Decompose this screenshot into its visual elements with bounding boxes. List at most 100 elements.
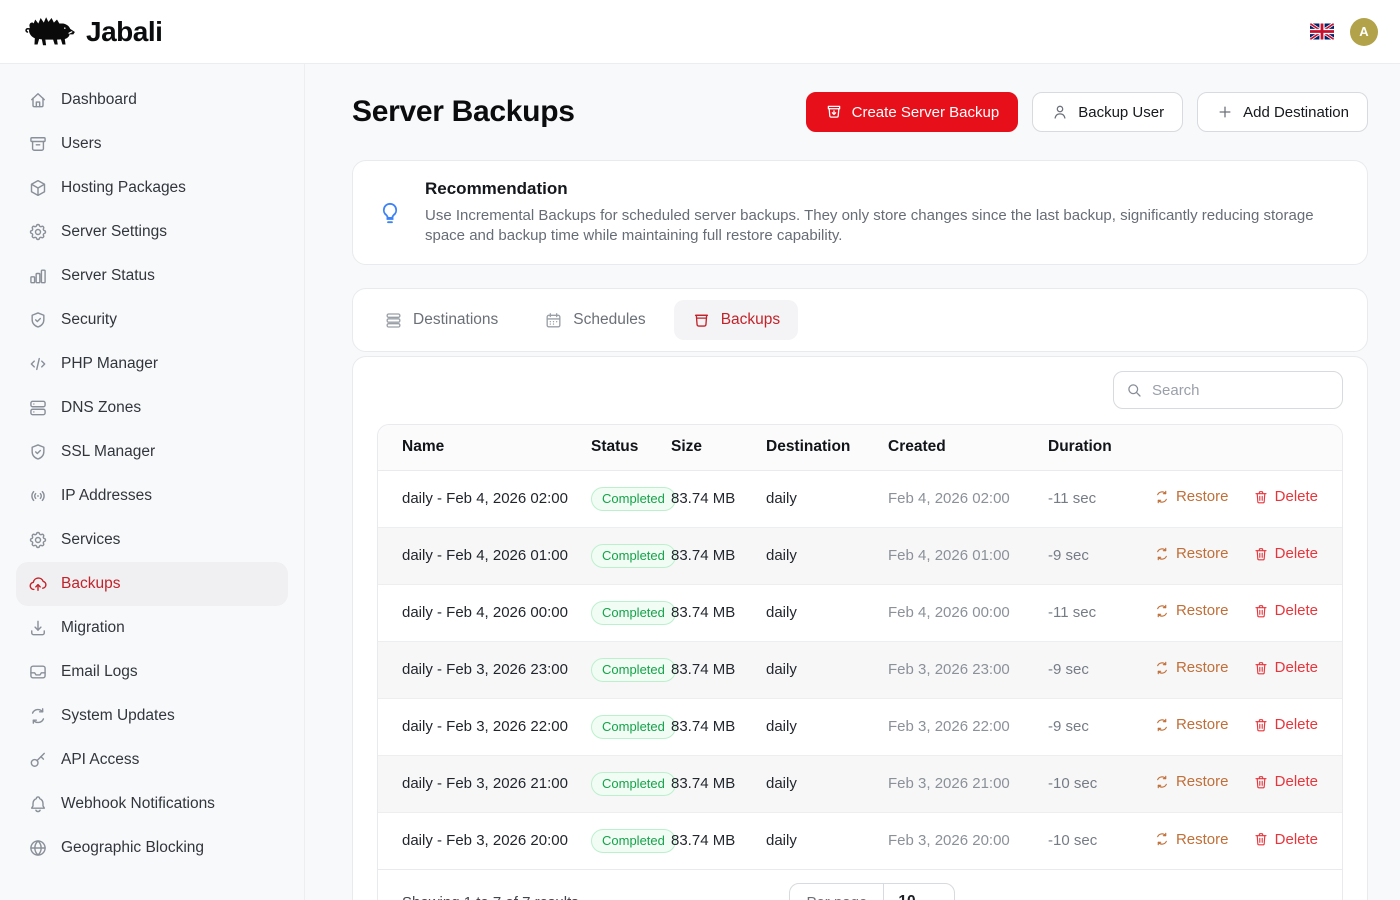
status-badge: Completed — [591, 772, 676, 796]
refresh-icon — [28, 706, 48, 726]
column-header-duration: Duration — [1048, 425, 1146, 470]
settings-icon — [28, 222, 48, 242]
plus-icon — [1216, 103, 1234, 121]
sidebar-item-migration[interactable]: Migration — [16, 606, 288, 650]
results-summary: Showing 1 to 7 of 7 results — [378, 894, 789, 900]
sidebar-item-hosting-packages[interactable]: Hosting Packages — [16, 166, 288, 210]
backups-panel: Name Status Size Destination Created Dur… — [352, 356, 1368, 900]
sidebar-item-users[interactable]: Users — [16, 122, 288, 166]
per-page-label: Per page — [790, 884, 884, 900]
sidebar-item-security[interactable]: Security — [16, 298, 288, 342]
status-badge: Completed — [591, 544, 676, 568]
recommendation-body: Use Incremental Backups for scheduled se… — [425, 206, 1343, 246]
trash-icon — [1253, 831, 1269, 847]
restore-button[interactable]: Restore — [1154, 545, 1229, 562]
backup-created: Feb 4, 2026 01:00 — [888, 527, 1048, 584]
add-destination-button[interactable]: Add Destination — [1197, 92, 1368, 132]
sidebar-item-email-logs[interactable]: Email Logs — [16, 650, 288, 694]
restore-icon — [1154, 489, 1170, 505]
delete-button[interactable]: Delete — [1253, 602, 1318, 619]
restore-button[interactable]: Restore — [1154, 659, 1229, 676]
delete-button[interactable]: Delete — [1253, 545, 1318, 562]
create-server-backup-button[interactable]: Create Server Backup — [806, 92, 1019, 132]
backup-created: Feb 3, 2026 20:00 — [888, 812, 1048, 869]
backup-created: Feb 3, 2026 22:00 — [888, 698, 1048, 755]
inbox-icon — [28, 662, 48, 682]
sidebar-item-dns-zones[interactable]: DNS Zones — [16, 386, 288, 430]
backup-duration: -11 sec — [1048, 584, 1146, 641]
globe-icon — [28, 838, 48, 858]
lightbulb-icon — [377, 200, 403, 226]
backup-destination: daily — [766, 584, 888, 641]
backup-size: 83.74 MB — [671, 812, 766, 869]
backup-size: 83.74 MB — [671, 527, 766, 584]
cloud-upload-icon — [28, 574, 48, 594]
server-icon — [28, 398, 48, 418]
delete-button[interactable]: Delete — [1253, 773, 1318, 790]
database-icon — [384, 311, 403, 330]
language-switcher[interactable] — [1310, 23, 1334, 40]
sidebar-item-geographic-blocking[interactable]: Geographic Blocking — [16, 826, 288, 870]
restore-button[interactable]: Restore — [1154, 716, 1229, 733]
restore-button[interactable]: Restore — [1154, 773, 1229, 790]
backup-size: 83.74 MB — [671, 755, 766, 812]
user-icon — [1051, 103, 1069, 121]
backups-table: Name Status Size Destination Created Dur… — [377, 424, 1343, 900]
trash-icon — [1253, 774, 1269, 790]
tabs-bar: Destinations Schedules Backups — [352, 288, 1368, 352]
sidebar-item-backups[interactable]: Backups — [16, 562, 288, 606]
bell-icon — [28, 794, 48, 814]
sidebar-item-webhook-notifications[interactable]: Webhook Notifications — [16, 782, 288, 826]
chevron-down-icon — [924, 894, 940, 900]
delete-button[interactable]: Delete — [1253, 716, 1318, 733]
backup-destination: daily — [766, 641, 888, 698]
delete-button[interactable]: Delete — [1253, 831, 1318, 848]
backup-destination: daily — [766, 812, 888, 869]
sidebar-item-ip-addresses[interactable]: IP Addresses — [16, 474, 288, 518]
backup-destination: daily — [766, 470, 888, 527]
tab-destinations[interactable]: Destinations — [366, 300, 516, 340]
per-page-value: 10 — [884, 884, 953, 900]
table-row: daily - Feb 3, 2026 20:00 Completed 83.7… — [378, 812, 1342, 869]
brand-logo[interactable]: Jabali — [22, 12, 162, 52]
backup-created: Feb 3, 2026 23:00 — [888, 641, 1048, 698]
sidebar-item-php-manager[interactable]: PHP Manager — [16, 342, 288, 386]
status-badge: Completed — [591, 487, 676, 511]
uk-flag-icon — [1310, 23, 1334, 40]
backup-created: Feb 4, 2026 00:00 — [888, 584, 1048, 641]
status-badge: Completed — [591, 829, 676, 853]
restore-button[interactable]: Restore — [1154, 602, 1229, 619]
app-header: Jabali A — [0, 0, 1400, 64]
recommendation-title: Recommendation — [425, 179, 1343, 199]
sidebar-item-api-access[interactable]: API Access — [16, 738, 288, 782]
backup-name: daily - Feb 3, 2026 22:00 — [378, 698, 591, 755]
sidebar-item-system-updates[interactable]: System Updates — [16, 694, 288, 738]
backup-duration: -9 sec — [1048, 698, 1146, 755]
backup-user-button[interactable]: Backup User — [1032, 92, 1183, 132]
table-row: daily - Feb 4, 2026 02:00 Completed 83.7… — [378, 470, 1342, 527]
restore-button[interactable]: Restore — [1154, 831, 1229, 848]
user-avatar[interactable]: A — [1350, 18, 1378, 46]
column-header-created: Created — [888, 425, 1048, 470]
backup-size: 83.74 MB — [671, 698, 766, 755]
sidebar-item-server-status[interactable]: Server Status — [16, 254, 288, 298]
tab-schedules[interactable]: Schedules — [526, 300, 663, 340]
delete-button[interactable]: Delete — [1253, 488, 1318, 505]
table-row: daily - Feb 3, 2026 22:00 Completed 83.7… — [378, 698, 1342, 755]
sidebar-item-dashboard[interactable]: Dashboard — [16, 78, 288, 122]
trash-icon — [1253, 489, 1269, 505]
backup-destination: daily — [766, 698, 888, 755]
search-input[interactable] — [1113, 371, 1343, 409]
sidebar: Dashboard Users Hosting Packages Server … — [0, 64, 305, 900]
delete-button[interactable]: Delete — [1253, 659, 1318, 676]
backup-size: 83.74 MB — [671, 641, 766, 698]
restore-icon — [1154, 660, 1170, 676]
sidebar-item-services[interactable]: Services — [16, 518, 288, 562]
sidebar-item-server-settings[interactable]: Server Settings — [16, 210, 288, 254]
restore-button[interactable]: Restore — [1154, 488, 1229, 505]
sidebar-item-ssl-manager[interactable]: SSL Manager — [16, 430, 288, 474]
per-page-control[interactable]: Per page 10 — [789, 883, 954, 900]
tab-backups[interactable]: Backups — [674, 300, 798, 340]
backup-name: daily - Feb 4, 2026 01:00 — [378, 527, 591, 584]
restore-icon — [1154, 774, 1170, 790]
